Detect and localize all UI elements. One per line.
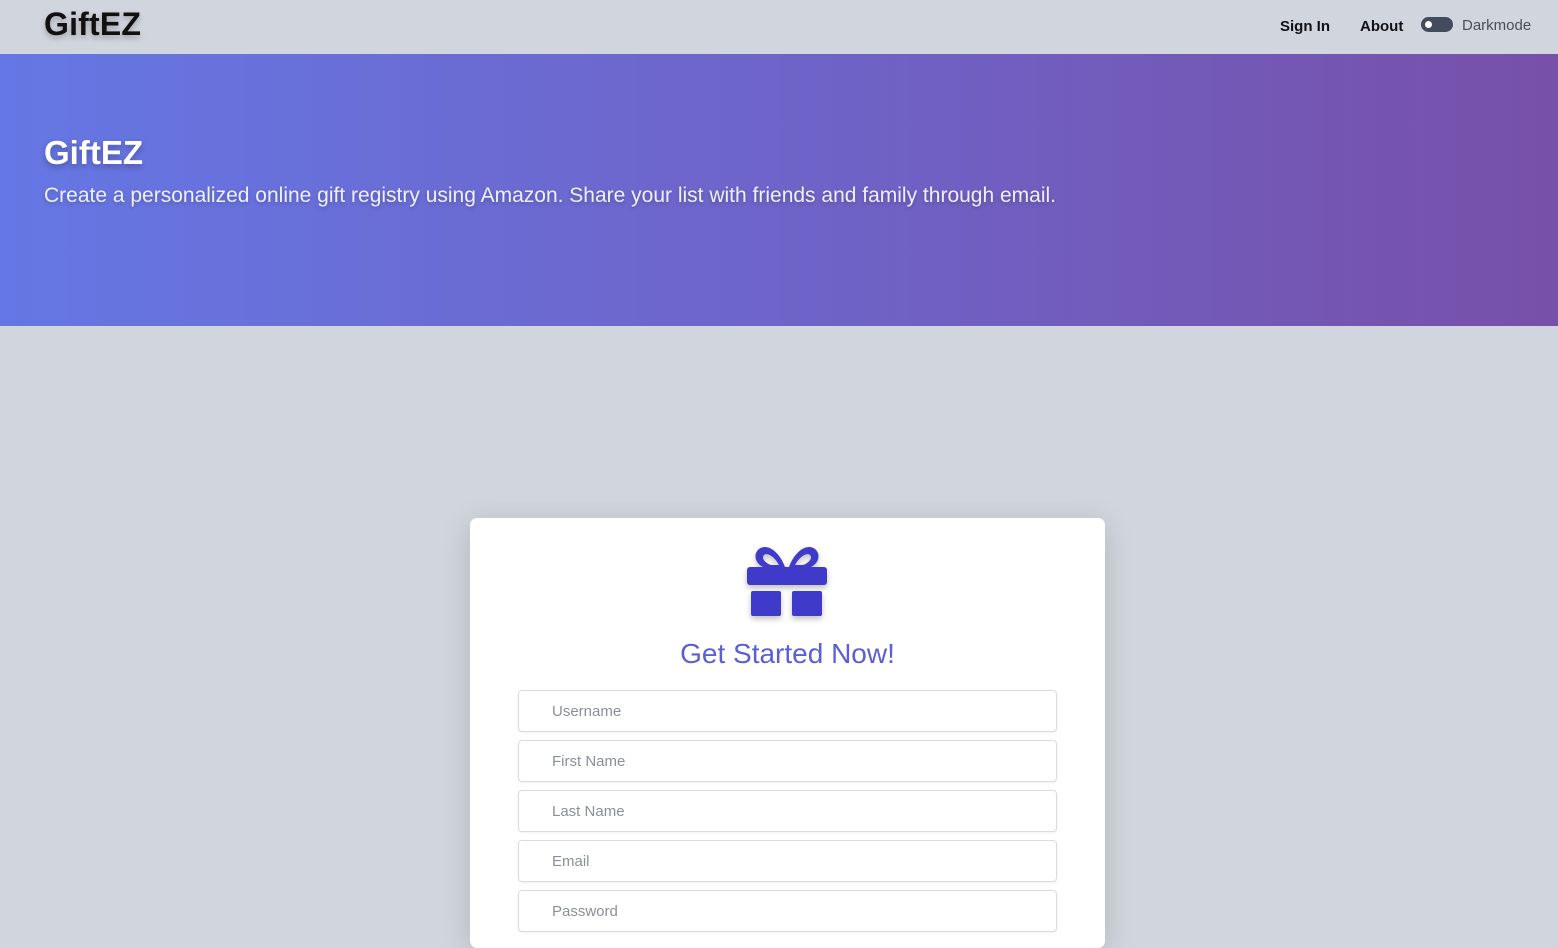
last-name-input[interactable] — [518, 790, 1057, 832]
signup-card: Get Started Now! — [470, 518, 1105, 948]
username-input[interactable] — [518, 690, 1057, 732]
top-navbar: GiftEZ Sign In About Darkmode — [0, 0, 1558, 54]
password-input[interactable] — [518, 890, 1057, 932]
about-link[interactable]: About — [1360, 18, 1403, 35]
sign-in-link[interactable]: Sign In — [1280, 18, 1330, 35]
darkmode-toggle-knob — [1425, 21, 1432, 28]
first-name-input[interactable] — [518, 740, 1057, 782]
hero-title: GiftEZ — [44, 134, 143, 171]
email-input[interactable] — [518, 840, 1057, 882]
hero-subtitle: Create a personalized online gift regist… — [44, 184, 1057, 207]
darkmode-toggle[interactable] — [1421, 17, 1453, 32]
card-title: Get Started Now! — [680, 638, 895, 669]
gift-icon — [747, 547, 827, 616]
brand-logo[interactable]: GiftEZ — [44, 6, 141, 43]
hero-banner: GiftEZ Create a personalized online gift… — [0, 54, 1558, 326]
darkmode-label: Darkmode — [1462, 17, 1532, 34]
